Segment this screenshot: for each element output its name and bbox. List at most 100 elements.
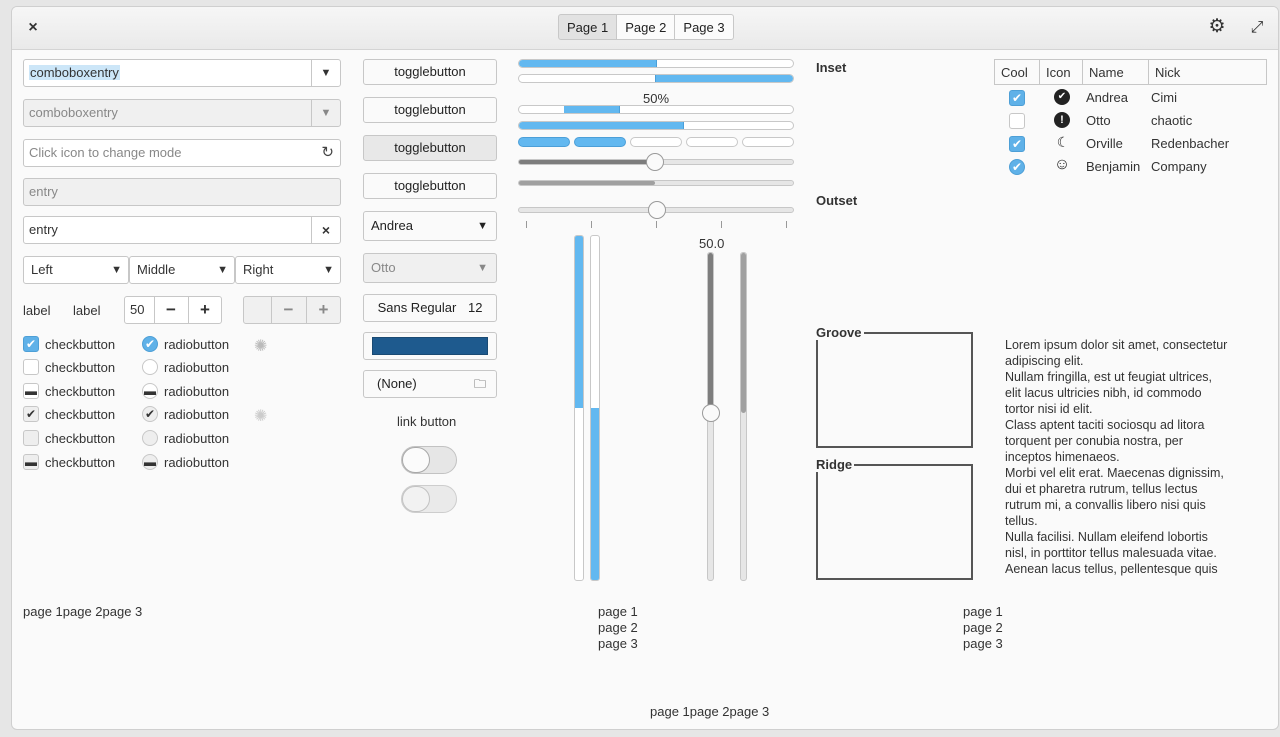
file-chooser-button[interactable]: (None) 🗀 [363,370,497,398]
dropdown-right-label: Right [243,262,274,277]
spin-button[interactable]: 50 − + [124,296,222,324]
moon-icon: ☾ [1056,134,1070,150]
combobox-entry-2: comboboxentry ▼ [23,99,341,127]
radio-selected[interactable]: ✔ [142,336,158,352]
tab-page-2[interactable]: Page 2 [617,14,676,40]
tree-row-3-name: Orville [1086,136,1123,151]
radio-mixed-disabled: ▬ [142,454,158,470]
combo-andrea-label: Andrea [371,218,413,233]
color-button[interactable] [363,332,497,360]
tree-row-2-nick: chaotic [1151,113,1193,128]
expand-icon[interactable]: ⤢ [1248,18,1266,38]
scale-3-slider[interactable] [648,201,666,219]
bottom-stack-tabs[interactable]: page 1page 2page 3 [23,604,142,619]
tree-row-4-cool[interactable]: ✔ [1009,159,1025,175]
stack-tab-page-3[interactable]: page 3 [598,636,638,652]
exclamation-icon: ! [1054,112,1070,128]
column-header-name[interactable]: Name [1083,59,1149,85]
stack-tab-page-2[interactable]: page 2 [598,620,638,636]
checkbutton-label-1: checkbutton [45,337,116,352]
close-icon[interactable]: × [24,18,42,38]
tree-row-2-cool[interactable] [1009,113,1025,129]
checkbutton-label-3: checkbutton [45,384,116,399]
spinner-icon: ✺ [254,408,268,425]
tab-page-3[interactable]: Page 3 [675,14,734,40]
footer-stack-tabs[interactable]: page 1page 2page 3 [650,704,769,719]
column-header-cool[interactable]: Cool [994,59,1040,85]
tree-row-2-name: Otto [1086,113,1111,128]
togglebutton-4[interactable]: togglebutton [363,173,497,199]
refresh-icon[interactable]: ↻ [321,140,334,166]
togglebutton-2[interactable]: togglebutton [363,97,497,123]
radiobutton-label-6: radiobutton [164,455,230,470]
disabled-entry: entry [23,178,341,206]
vertical-scale-1-slider[interactable] [702,404,720,422]
checkbox-mixed[interactable]: ▬ [23,383,39,399]
gear-icon[interactable]: ⚙ [1206,17,1228,37]
lorem-text-view[interactable]: Lorem ipsum dolor sit amet, consectetur … [1005,337,1267,581]
dropdown-middle[interactable]: Middle ▼ [129,256,235,284]
vertical-progress-1-fill [575,236,583,408]
checkbox-unchecked[interactable] [23,359,39,375]
scale-1-slider[interactable] [646,153,664,171]
combobox-entry-text: comboboxentry [29,65,120,80]
label-b: label [73,303,101,318]
checkbox-checked[interactable]: ✔ [23,336,39,352]
checkbutton-label-6: checkbutton [45,455,116,470]
tree-row-3-cool[interactable]: ✔ [1009,136,1025,152]
radio-mixed[interactable]: ▬ [142,383,158,399]
column-header-nick[interactable]: Nick [1149,59,1267,85]
column-header-icon[interactable]: Icon [1040,59,1083,85]
vertical-scale-1-fill [708,253,713,413]
combobox-entry-1[interactable]: comboboxentry ▼ [23,59,341,87]
clear-icon[interactable]: × [311,217,340,243]
switch-2 [401,485,457,513]
chevron-down-icon: ▼ [311,100,340,126]
folder-icon: 🗀 [473,377,486,391]
mode-entry[interactable]: Click icon to change mode ↻ [23,139,341,167]
minus-icon[interactable]: − [154,297,187,323]
checkbox-mixed-disabled: ▬ [23,454,39,470]
inset-label: Inset [816,60,847,75]
stack-tab-page-1[interactable]: page 1 [963,604,1003,620]
ridge-frame [816,464,973,580]
link-button[interactable]: link button [397,414,456,429]
stack-tab-page-1[interactable]: page 1 [598,604,638,620]
header-bar: × Page 1 Page 2 Page 3 ⚙ ⤢ [12,7,1278,50]
combo-otto-label: Otto [371,260,396,275]
tree-row-1-name: Andrea [1086,90,1128,105]
tree-row-3-nick: Redenbacher [1151,136,1230,151]
stack-tab-page-3[interactable]: page 3 [963,636,1003,652]
tree-row-1-cool[interactable]: ✔ [1009,90,1025,106]
chevron-down-icon[interactable]: ▼ [311,60,340,86]
togglebutton-3[interactable]: togglebutton [363,135,497,161]
switch-1[interactable] [401,446,457,474]
scale-tick [656,221,657,228]
tab-page-1[interactable]: Page 1 [558,14,618,40]
combo-andrea[interactable]: Andrea ▼ [363,211,497,241]
radio-unselected-disabled [142,430,158,446]
color-swatch [372,337,488,355]
chevron-down-icon: ▼ [323,264,334,276]
right-stack-tabs[interactable]: page 1 page 2 page 3 [963,604,1003,652]
tree-row-4-nick: Company [1151,159,1207,174]
font-name: Sans Regular [377,300,457,315]
stack-tab-page-2[interactable]: page 2 [963,620,1003,636]
tree-row-4-name: Benjamin [1086,159,1141,174]
plus-icon[interactable]: + [188,297,221,323]
togglebutton-1[interactable]: togglebutton [363,59,497,85]
font-button[interactable]: Sans Regular 12 [363,294,497,322]
stack-switcher: Page 1 Page 2 Page 3 [558,14,734,40]
dropdown-right[interactable]: Right ▼ [235,256,341,284]
clear-entry[interactable]: entry × [23,216,341,244]
radiobutton-label-5: radiobutton [164,431,230,446]
dropdown-left[interactable]: Left ▼ [23,256,129,284]
radiobutton-label-2: radiobutton [164,360,230,375]
radio-unselected[interactable] [142,359,158,375]
disabled-entry-text: entry [29,184,58,199]
progress-fill-3 [564,106,620,113]
progress-bar-4 [518,121,794,130]
middle-stack-tabs[interactable]: page 1 page 2 page 3 [598,604,638,652]
level-segment-4 [686,137,738,147]
chevron-down-icon: ▼ [217,264,228,276]
